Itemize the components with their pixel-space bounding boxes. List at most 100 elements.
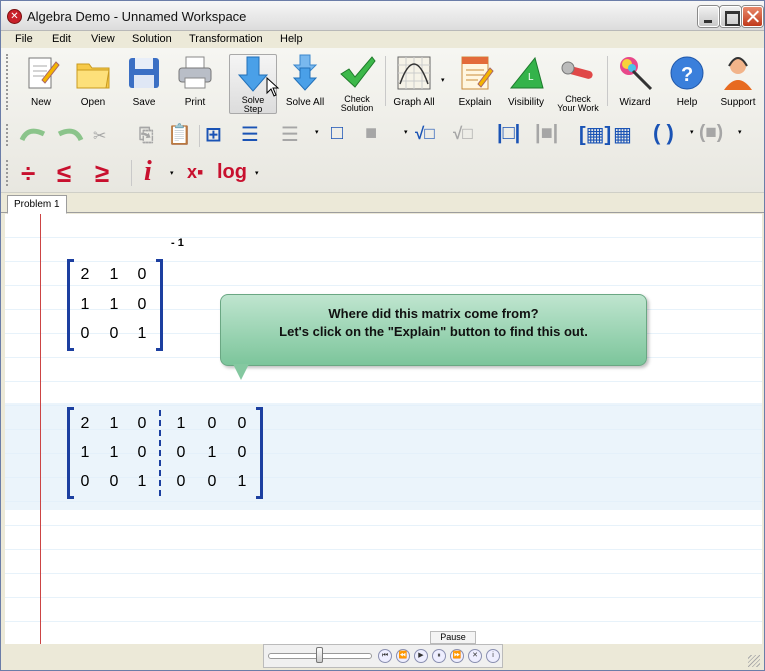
toolbar-grip[interactable] xyxy=(6,160,10,186)
norm-icon[interactable]: |■| xyxy=(535,122,558,145)
resize-grip-icon[interactable] xyxy=(748,655,760,667)
log-icon[interactable]: log xyxy=(217,161,247,184)
slider-thumb[interactable] xyxy=(316,647,323,663)
dropdown-arrow-icon[interactable]: ▾ xyxy=(441,76,445,84)
help-icon: ? xyxy=(670,56,704,90)
imaginary-unit-icon[interactable]: i xyxy=(144,156,152,188)
help-button[interactable]: ? Help xyxy=(665,54,709,114)
save-button[interactable]: Save xyxy=(122,54,166,114)
pause-icon[interactable]: ⏸ xyxy=(432,649,446,663)
undo-icon[interactable] xyxy=(18,126,48,144)
filled-box-exponent-icon[interactable]: ■ xyxy=(365,122,377,145)
toolbar-separator xyxy=(385,56,386,106)
matrix-cell: 1 xyxy=(109,266,119,283)
matrix-cell: 0 xyxy=(137,296,147,313)
wrench-check-icon xyxy=(561,61,593,79)
nth-root-icon[interactable]: √□ xyxy=(453,124,473,144)
matrix-cell: 1 xyxy=(80,296,90,313)
svg-text:L: L xyxy=(528,72,534,83)
matrix-inverse[interactable]: 2 1 0 1 1 0 0 0 1 xyxy=(67,259,167,351)
explain-button[interactable]: Explain xyxy=(453,54,497,114)
square-root-icon[interactable]: √□ xyxy=(415,124,435,144)
rewind-icon[interactable]: ⏪ xyxy=(396,649,410,663)
abs-value-icon[interactable]: |□| xyxy=(497,122,520,145)
toolbar-grip[interactable] xyxy=(6,124,10,146)
title-bar[interactable]: ✕ Algebra Demo - Unnamed Workspace xyxy=(1,1,764,31)
cut-icon[interactable]: ✂ xyxy=(93,126,106,146)
paste-icon[interactable]: 📋 xyxy=(167,122,192,147)
info-icon[interactable]: i xyxy=(486,649,500,663)
dropdown-arrow-icon[interactable]: ▾ xyxy=(170,169,174,177)
matrix-cell: 2 xyxy=(80,266,90,283)
stop-icon[interactable]: ✕ xyxy=(468,649,482,663)
matrix-cell: 0 xyxy=(207,473,217,490)
open-button[interactable]: Open xyxy=(71,54,115,114)
merge-row-icon[interactable]: ☰ xyxy=(281,122,299,147)
menu-edit[interactable]: Edit xyxy=(52,33,71,45)
fast-forward-icon[interactable]: ⏩ xyxy=(450,649,464,663)
tab-problem-1[interactable]: Problem 1 xyxy=(7,195,67,214)
matrix-cell: 0 xyxy=(109,473,119,490)
skip-start-icon[interactable]: ⏮ xyxy=(378,649,392,663)
copy-icon[interactable]: ⎘ xyxy=(139,125,153,146)
toolbar-grip[interactable] xyxy=(6,54,10,110)
check-solution-button[interactable]: Check Solution xyxy=(333,54,381,114)
double-arrow-down-icon xyxy=(292,54,318,91)
redo-icon[interactable] xyxy=(55,126,85,144)
dropdown-arrow-icon[interactable]: ▾ xyxy=(690,128,694,136)
augmented-matrix[interactable]: 2 1 0 1 0 0 1 1 0 0 1 0 0 0 1 0 0 1 xyxy=(67,407,267,499)
subscript-icon[interactable]: x▪ xyxy=(187,162,203,183)
solve-all-button[interactable]: Solve All xyxy=(281,54,329,114)
visibility-button[interactable]: L Visibility xyxy=(503,54,549,114)
dropdown-arrow-icon[interactable]: ▾ xyxy=(255,169,259,177)
tab-strip: Problem 1 xyxy=(1,193,764,214)
insert-row-icon[interactable]: ⊞ xyxy=(205,122,222,147)
dropdown-arrow-icon[interactable]: ▾ xyxy=(404,128,408,136)
pause-label[interactable]: Pause xyxy=(430,631,476,644)
menu-file[interactable]: File xyxy=(15,33,33,45)
close-button[interactable] xyxy=(742,6,763,27)
matrix-cell: 0 xyxy=(80,473,90,490)
augment-divider xyxy=(159,410,161,496)
matrix-icon[interactable]: [▦] xyxy=(579,122,611,147)
minimize-button[interactable] xyxy=(698,6,719,27)
checkmark-icon xyxy=(340,56,376,88)
print-button[interactable]: Print xyxy=(173,54,217,114)
greater-equal-icon[interactable]: ≥ xyxy=(95,158,109,189)
toolbar-separator xyxy=(131,160,132,186)
printer-icon xyxy=(178,56,212,89)
support-button[interactable]: Support xyxy=(715,54,761,114)
solve-step-button[interactable]: Solve Step xyxy=(229,54,280,114)
menu-help[interactable]: Help xyxy=(280,33,303,45)
parentheses-icon[interactable]: ( ) xyxy=(653,120,674,146)
app-icon[interactable]: ✕ xyxy=(7,9,22,24)
playback-controls: ⏮ ⏪ ▶ ⏸ ⏩ ✕ i xyxy=(263,644,503,668)
new-button[interactable]: New xyxy=(19,54,63,114)
dropdown-arrow-icon[interactable]: ▾ xyxy=(315,128,319,136)
dropdown-arrow-icon[interactable]: ▾ xyxy=(738,128,742,136)
maximize-button[interactable] xyxy=(720,6,741,27)
matrix-cell: 0 xyxy=(80,325,90,342)
play-icon[interactable]: ▶ xyxy=(414,649,428,663)
matrix-grid-icon[interactable]: ▦ xyxy=(613,122,632,147)
matrix-cell: 1 xyxy=(109,296,119,313)
toolbar-area: New Open Save Print Solve Step Solve All… xyxy=(1,48,764,193)
matrix-cell: 2 xyxy=(80,415,90,432)
menu-transformation[interactable]: Transformation xyxy=(189,33,263,45)
callout-tail xyxy=(233,364,249,380)
graph-all-button[interactable]: Graph All ▾ xyxy=(389,54,445,114)
right-bracket xyxy=(156,259,163,351)
menu-solution[interactable]: Solution xyxy=(132,33,172,45)
callout-line-1: Where did this matrix come from? xyxy=(328,306,539,321)
parentheses-filled-icon[interactable]: (■) xyxy=(699,122,723,144)
divide-icon[interactable]: ÷ xyxy=(21,158,35,189)
explanation-callout: Where did this matrix come from? Let's c… xyxy=(220,294,647,366)
check-your-work-button[interactable]: Check Your Work xyxy=(554,54,602,114)
graph-icon xyxy=(397,56,431,90)
wizard-button[interactable]: Wizard xyxy=(613,54,657,114)
notebook-page[interactable]: 2 1 0 1 1 0 0 0 1 - 1 Where did this mat… xyxy=(5,214,762,644)
box-exponent-icon[interactable]: □ xyxy=(331,122,343,145)
less-equal-icon[interactable]: ≤ xyxy=(57,158,71,189)
split-row-icon[interactable]: ☰ xyxy=(241,122,259,147)
menu-view[interactable]: View xyxy=(91,33,115,45)
